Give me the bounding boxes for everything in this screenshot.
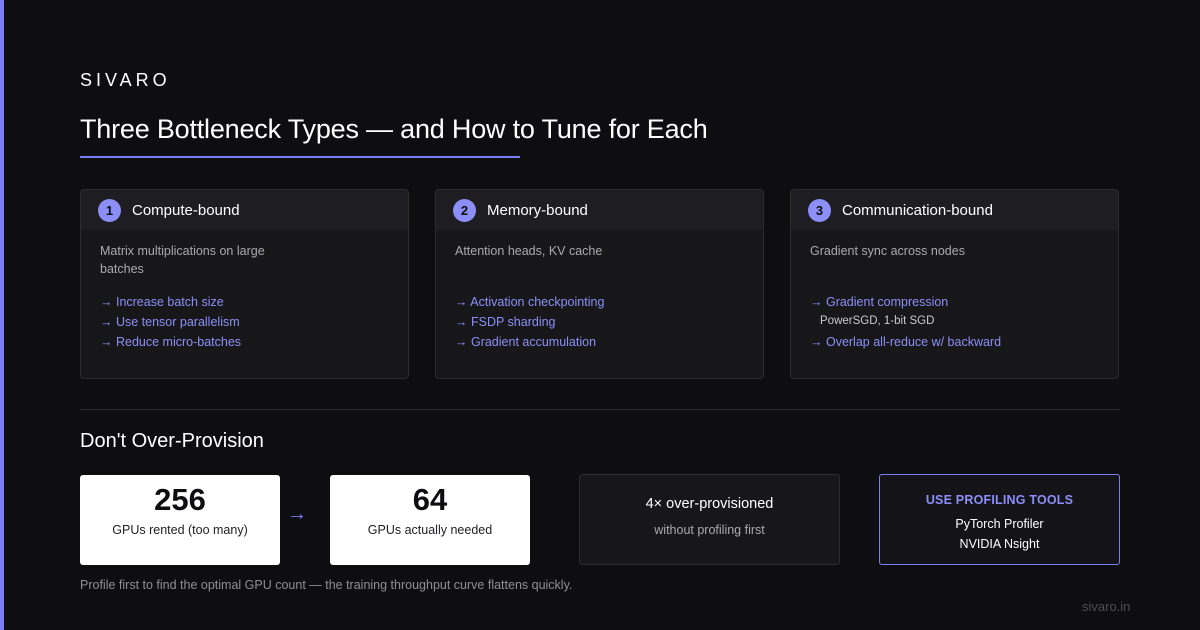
tip-note: PowerSGD, 1-bit SGD	[820, 315, 935, 327]
footer-url: sivaro.in	[1082, 599, 1131, 614]
number-badge: 2	[453, 198, 476, 222]
overprovision-title: 4× over-provisioned	[645, 496, 774, 512]
number-badge: 3	[808, 198, 831, 222]
section-title: Don't Over-Provision	[80, 430, 264, 452]
card-memory-bound: 2 Memory-bound Attention heads, KV cache…	[435, 189, 764, 379]
card-title: Communication-bound	[842, 201, 993, 219]
brand-logo: SIVARO	[80, 70, 171, 90]
tip-item: → Reduce micro-batches	[100, 335, 242, 349]
tip-item: → Use tensor parallelism	[100, 315, 240, 329]
profiling-tools-title: USE PROFILING TOOLS	[925, 493, 1074, 507]
profiling-tool-item: NVIDIA Nsight	[959, 537, 1040, 551]
card-header: 3 Communication-bound	[791, 190, 1118, 230]
overprovision-subtitle: without profiling first	[654, 523, 765, 537]
stat-value: 64	[412, 482, 448, 517]
card-communication-bound: 3 Communication-bound Gradient sync acro…	[790, 189, 1119, 379]
left-accent-bar	[0, 0, 4, 630]
card-title: Compute-bound	[132, 201, 240, 219]
tip-list: → Gradient compression PowerSGD, 1-bit S…	[810, 292, 1001, 352]
tip-list: → Increase batch size → Use tensor paral…	[100, 292, 241, 352]
stat-value: 256	[154, 482, 206, 517]
arrow-right-icon: →	[287, 503, 307, 525]
page-title: Three Bottleneck Types — and How to Tune…	[80, 114, 708, 144]
overprovision-box: 4× over-provisioned without profiling fi…	[579, 474, 840, 565]
title-underline	[80, 156, 520, 158]
card-header: 2 Memory-bound	[436, 190, 763, 230]
stat-label: GPUs rented (too many)	[112, 523, 248, 537]
profiling-tool-item: PyTorch Profiler	[955, 517, 1044, 531]
tip-item: → Overlap all-reduce w/ backward	[810, 335, 1002, 349]
profiling-tools-list: PyTorch Profiler NVIDIA Nsight	[880, 514, 1119, 554]
card-description: Matrix multiplications on large batches	[100, 244, 265, 276]
tip-item: → Gradient accumulation	[455, 335, 597, 349]
card-compute-bound: 1 Compute-bound Matrix multiplications o…	[80, 189, 409, 379]
number-badge: 1	[98, 198, 121, 222]
section-divider	[80, 409, 1120, 410]
tip-item: → FSDP sharding	[455, 315, 556, 329]
gpus-needed-stat: 64 GPUs actually needed	[330, 475, 530, 565]
tip-item: → Activation checkpointing	[455, 295, 605, 309]
footnote: Profile first to find the optimal GPU co…	[80, 578, 573, 592]
gpus-rented-stat: 256 GPUs rented (too many)	[80, 475, 280, 565]
tip-item: → Gradient compression	[810, 295, 949, 309]
tip-list: → Activation checkpointing → FSDP shardi…	[455, 292, 604, 352]
card-header: 1 Compute-bound	[81, 190, 408, 230]
tip-item: → Increase batch size	[100, 295, 224, 309]
card-description: Gradient sync across nodes	[810, 244, 965, 258]
stat-label: GPUs actually needed	[367, 523, 493, 537]
profiling-tools-box: USE PROFILING TOOLS PyTorch Profiler NVI…	[879, 474, 1120, 565]
card-description: Attention heads, KV cache	[455, 244, 603, 258]
card-title: Memory-bound	[487, 201, 588, 219]
